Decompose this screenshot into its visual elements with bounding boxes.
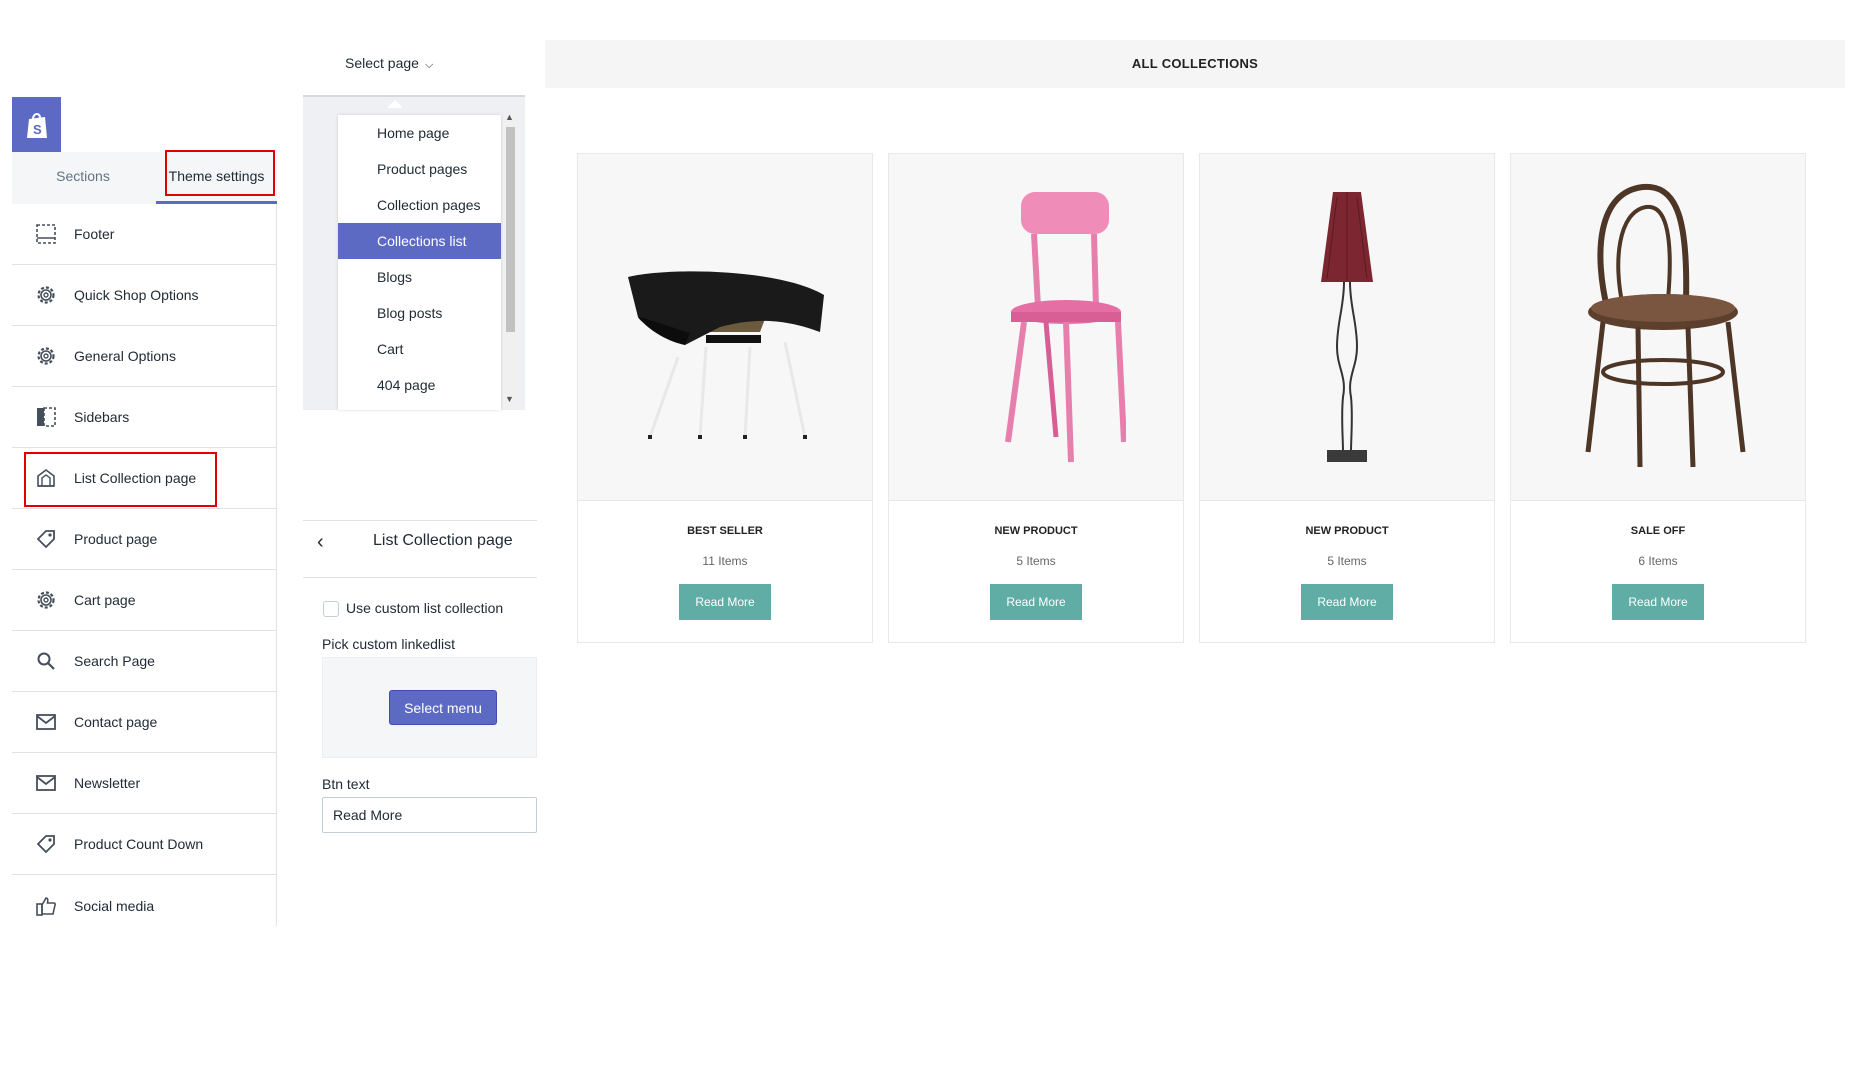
collection-image-floor-lamp[interactable]: [1200, 154, 1494, 501]
collection-title: BEST SELLER: [687, 525, 763, 537]
tag-icon: [34, 527, 58, 551]
sidebar-item-label: General Options: [74, 348, 176, 364]
gear-icon: [34, 283, 58, 307]
collection-card: NEW PRODUCT 5 Items Read More: [1199, 153, 1495, 643]
page-title: ALL COLLECTIONS: [1131, 56, 1259, 71]
sidebar-item-product-count-down[interactable]: Product Count Down: [12, 814, 277, 875]
sidebar-item-footer[interactable]: Footer: [12, 204, 277, 265]
thumbs-up-icon: [34, 894, 58, 918]
tab-sections[interactable]: Sections: [12, 152, 154, 204]
read-more-button[interactable]: Read More: [1301, 584, 1393, 620]
panel-title: List Collection page: [373, 532, 513, 549]
dropdown-divider: [303, 95, 525, 97]
mail-icon: [34, 710, 58, 734]
collection-title: NEW PRODUCT: [1305, 525, 1389, 537]
sidebar-item-newsletter[interactable]: Newsletter: [12, 753, 277, 814]
page-option-blog-posts[interactable]: Blog posts: [338, 295, 501, 331]
page-option-404[interactable]: 404 page: [338, 367, 501, 403]
select-page-label: Select page: [345, 55, 419, 71]
read-more-button[interactable]: Read More: [990, 584, 1082, 620]
sidebar-divider: [276, 204, 277, 926]
collection-image-armchair[interactable]: [578, 154, 872, 501]
page-option-collections-list[interactable]: Collections list: [338, 223, 501, 259]
sidebar-item-quick-shop-options[interactable]: Quick Shop Options: [12, 265, 277, 326]
collection-count: 5 Items: [1016, 554, 1056, 568]
pick-linkedlist-label: Pick custom linkedlist: [322, 636, 456, 652]
dropdown-scrollbar-thumb[interactable]: [506, 127, 515, 332]
sidebar-item-label: Cart page: [74, 592, 136, 608]
sidebar-item-search-page[interactable]: Search Page: [12, 631, 277, 692]
collection-card: BEST SELLER 11 Items Read More: [577, 153, 873, 643]
gear-icon: [34, 588, 58, 612]
sidebar-item-product-page[interactable]: Product page: [12, 509, 277, 570]
scroll-up-arrow-icon[interactable]: ▲: [505, 112, 514, 122]
collection-image-pink-chair[interactable]: [889, 154, 1183, 501]
gear-icon: [34, 344, 58, 368]
page-options-list: Home page Product pages Collection pages…: [338, 115, 501, 410]
sidebar-item-label: Quick Shop Options: [74, 287, 199, 303]
collection-title: NEW PRODUCT: [994, 525, 1078, 537]
footer-icon: [34, 222, 58, 246]
sidebar-item-label: Sidebars: [74, 409, 130, 425]
btn-text-label: Btn text: [322, 776, 370, 792]
page-option-blogs[interactable]: Blogs: [338, 259, 501, 295]
sidebar-item-label: Product Count Down: [74, 836, 204, 852]
collection-card: NEW PRODUCT 5 Items Read More: [888, 153, 1184, 643]
sidebar-item-label: Product page: [74, 531, 158, 547]
sidebar-item-label: Newsletter: [74, 775, 141, 791]
collection-count: 11 Items: [702, 554, 748, 568]
dropdown-caret: [387, 100, 403, 108]
sidebar-item-label: Footer: [74, 226, 115, 242]
custom-list-checkbox[interactable]: [323, 601, 339, 617]
chevron-down-icon: ⌵: [424, 59, 434, 71]
page-option-cart[interactable]: Cart: [338, 331, 501, 367]
read-more-button[interactable]: Read More: [679, 584, 771, 620]
sidebar-item-cart-page[interactable]: Cart page: [12, 570, 277, 631]
sidebar-item-label: Contact page: [74, 714, 158, 730]
sidebar-item-sidebars[interactable]: Sidebars: [12, 387, 277, 448]
collection-count: 6 Items: [1638, 554, 1678, 568]
collection-title: SALE OFF: [1630, 525, 1686, 537]
theme-settings-highlight-box: [165, 150, 275, 196]
btn-text-input[interactable]: Read More: [322, 797, 537, 833]
collection-card: SALE OFF 6 Items Read More: [1510, 153, 1806, 643]
page-option-home[interactable]: Home page: [338, 115, 501, 151]
sidebar-item-label: Social media: [74, 897, 155, 914]
sidebar-item-contact-page[interactable]: Contact page: [12, 692, 277, 753]
collection-count: 5 Items: [1327, 554, 1367, 568]
custom-list-checkbox-label: Use custom list collection: [346, 600, 504, 616]
tag-icon: [34, 832, 58, 856]
sidebar-item-social-media[interactable]: Social media: [12, 875, 277, 936]
read-more-button[interactable]: Read More: [1612, 584, 1704, 620]
sidebar-item-label: Search Page: [74, 653, 155, 669]
back-chevron-icon[interactable]: ‹: [317, 531, 324, 554]
theme-settings-list: Footer Quick Shop Options General Option…: [12, 204, 277, 936]
mail-icon: [34, 771, 58, 795]
page-option-collection-pages[interactable]: Collection pages: [338, 187, 501, 223]
sidebar-icon: [34, 405, 58, 429]
select-menu-button[interactable]: Select menu: [389, 690, 497, 725]
svg-text:S: S: [33, 122, 42, 137]
search-icon: [34, 649, 58, 673]
shopify-bag-icon: S: [26, 113, 47, 138]
scroll-down-arrow-icon[interactable]: ▼: [505, 394, 514, 404]
list-collection-highlight-box: [24, 452, 217, 507]
sidebar-item-general-options[interactable]: General Options: [12, 326, 277, 387]
collection-image-bentwood-chair[interactable]: [1511, 154, 1805, 501]
select-page-dropdown[interactable]: Select page ⌵: [345, 55, 433, 72]
shopify-logo[interactable]: S: [12, 97, 61, 153]
page-option-product-pages[interactable]: Product pages: [338, 151, 501, 187]
